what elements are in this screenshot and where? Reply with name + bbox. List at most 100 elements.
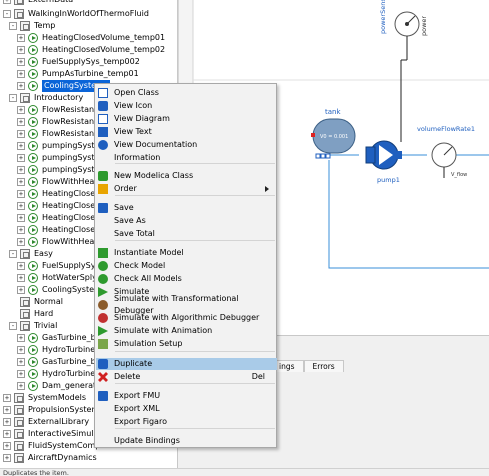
tree-item[interactable]: - WalkingInWorldOfThermoFluid <box>3 8 149 20</box>
model-icon <box>28 357 38 367</box>
menu-item-export-xml[interactable]: Export XML <box>96 403 277 415</box>
expand-toggle-icon[interactable]: + <box>17 238 25 246</box>
power-sensor-icon[interactable] <box>394 11 420 37</box>
expand-toggle-icon[interactable]: + <box>3 0 11 4</box>
expand-toggle-icon[interactable]: + <box>17 190 25 198</box>
tree-item[interactable]: Normal <box>9 296 63 308</box>
tree-item[interactable]: - Temp <box>9 20 55 32</box>
expand-toggle-icon[interactable]: + <box>17 274 25 282</box>
tree-item[interactable]: + PropulsionSystem <box>3 404 99 416</box>
tree-item[interactable]: + HydroTurbine_b <box>17 368 104 380</box>
expand-toggle-icon[interactable]: + <box>3 406 11 414</box>
menu-item-export-figaro[interactable]: Export Figaro <box>96 416 277 428</box>
menu-item-open-class[interactable]: Open Class <box>96 87 277 99</box>
expand-toggle-icon[interactable]: + <box>17 286 25 294</box>
expand-toggle-icon[interactable]: + <box>3 454 11 462</box>
expand-toggle-icon[interactable]: - <box>9 322 17 330</box>
menu-item-view-icon[interactable]: View Icon <box>96 100 277 112</box>
menu-item-save-total[interactable]: Save Total <box>96 228 277 240</box>
tree-item[interactable]: + HeatingClosedV <box>17 212 106 224</box>
menu-item-save[interactable]: Save <box>96 202 277 214</box>
tree-item[interactable]: + FlowWithHeatin <box>17 236 105 248</box>
tree-item[interactable]: + HeatingClosedP <box>17 224 105 236</box>
expand-toggle-icon[interactable]: + <box>17 178 25 186</box>
tree-item[interactable]: + PumpAsTurbine_temp01 <box>17 68 139 80</box>
pump-icon[interactable] <box>365 140 402 170</box>
expand-toggle-icon[interactable]: + <box>17 58 25 66</box>
tree-item[interactable]: + HeatingClosedP <box>17 200 105 212</box>
menu-item-check-model[interactable]: Check Model <box>96 260 277 272</box>
expand-toggle-icon[interactable]: + <box>17 82 25 90</box>
menu-item-update-bindings[interactable]: Update Bindings <box>96 435 277 447</box>
menu-item-information[interactable]: Information <box>96 152 277 164</box>
tree-item[interactable]: + FuelSupplySys_temp002 <box>17 56 140 68</box>
tree-item[interactable]: + CoolingSystem_ <box>17 284 106 296</box>
expand-toggle-icon[interactable]: + <box>17 166 25 174</box>
expand-toggle-icon[interactable]: + <box>17 118 25 126</box>
expand-toggle-icon[interactable]: + <box>17 214 25 222</box>
menu-item-label: Export Figaro <box>114 417 167 426</box>
menu-item-simulate-with-transformational-debugger[interactable]: Simulate with Transformational Debugger <box>96 294 277 315</box>
expand-toggle-icon[interactable]: + <box>17 382 25 390</box>
tab-errors[interactable]: Errors <box>303 360 344 372</box>
menu-item-check-all-models[interactable]: Check All Models <box>96 273 277 285</box>
tree-item[interactable]: + HeatingClosedVolume_temp02 <box>17 44 165 56</box>
menu-item-duplicate[interactable]: Duplicate <box>96 358 277 370</box>
expand-toggle-icon[interactable]: - <box>9 22 17 30</box>
tree-item-label: Hard <box>34 309 54 318</box>
expand-toggle-icon[interactable]: + <box>17 34 25 42</box>
expand-toggle-icon[interactable]: + <box>17 46 25 54</box>
expand-toggle-icon[interactable]: + <box>17 130 25 138</box>
menu-item-simulate-with-animation[interactable]: Simulate with Animation <box>96 325 277 337</box>
expand-toggle-icon[interactable]: + <box>17 226 25 234</box>
expand-toggle-icon[interactable]: + <box>17 70 25 78</box>
tree-item[interactable]: + SystemModels <box>3 392 86 404</box>
expand-toggle-icon[interactable]: + <box>3 394 11 402</box>
menu-item-label: Duplicate <box>114 359 153 368</box>
menu-item-view-diagram[interactable]: View Diagram <box>96 113 277 125</box>
menu-item-order[interactable]: Order <box>96 183 277 195</box>
tree-item[interactable]: + HeatingClosedVolume_temp01 <box>17 32 165 44</box>
tree-item[interactable]: + HydroTurbine_b <box>17 344 104 356</box>
expand-toggle-icon[interactable]: + <box>17 262 25 270</box>
expand-toggle-icon[interactable]: - <box>9 94 17 102</box>
menu-item-instantiate-model[interactable]: Instantiate Model <box>96 247 277 259</box>
messages-tabs: ings Errors <box>270 360 344 372</box>
expand-toggle-icon[interactable]: + <box>17 358 25 366</box>
context-menu[interactable]: Open Class View Icon View Diagram View Text… <box>94 83 277 448</box>
model-icon <box>28 369 38 379</box>
expand-toggle-icon[interactable]: + <box>17 106 25 114</box>
expand-toggle-icon[interactable]: + <box>17 202 25 210</box>
menu-item-view-documentation[interactable]: View Documentation <box>96 139 277 151</box>
expand-toggle-icon[interactable]: - <box>9 250 17 258</box>
tree-item[interactable]: + ExternData <box>3 0 73 6</box>
package-icon <box>14 393 24 403</box>
menu-item-delete[interactable]: Delete Del <box>96 371 277 383</box>
menu-item-simulate-with-algorithmic-debugger[interactable]: Simulate with Algorithmic Debugger <box>96 312 277 324</box>
tree-item[interactable]: Hard <box>9 308 53 320</box>
menu-item-new-modelica-class[interactable]: New Modelica Class <box>96 170 277 182</box>
tree-item[interactable]: - Introductory <box>9 92 83 104</box>
tree-item[interactable]: - Trivial <box>9 320 57 332</box>
menu-item-save-as[interactable]: Save As <box>96 215 277 227</box>
tree-item[interactable]: + HeatingClosedV <box>17 188 106 200</box>
tree-item[interactable]: + GasTurbine_byP <box>17 332 105 344</box>
tree-item[interactable]: + FlowWithHeatin <box>17 176 105 188</box>
expand-toggle-icon[interactable]: - <box>3 10 11 18</box>
expand-toggle-icon[interactable]: + <box>17 334 25 342</box>
tree-item[interactable]: - Easy <box>9 248 53 260</box>
expand-toggle-icon[interactable]: + <box>17 370 25 378</box>
tree-item[interactable]: + GasTurbine_byP <box>17 356 105 368</box>
menu-item-export-fmu[interactable]: Export FMU <box>96 390 277 402</box>
expand-toggle-icon[interactable]: + <box>3 430 11 438</box>
expand-toggle-icon[interactable]: + <box>3 418 11 426</box>
menu-item-simulation-setup[interactable]: Simulation Setup <box>96 338 277 350</box>
expand-toggle-icon[interactable]: + <box>17 142 25 150</box>
menu-item-view-text[interactable]: View Text <box>96 126 277 138</box>
tree-item[interactable]: + ExternalLibrary <box>3 416 89 428</box>
delete-icon <box>98 372 108 382</box>
expand-toggle-icon[interactable]: + <box>3 442 11 450</box>
expand-toggle-icon[interactable]: + <box>17 154 25 162</box>
expand-toggle-icon[interactable]: + <box>17 346 25 354</box>
tree-item[interactable]: + AircraftDynamics <box>3 452 97 464</box>
